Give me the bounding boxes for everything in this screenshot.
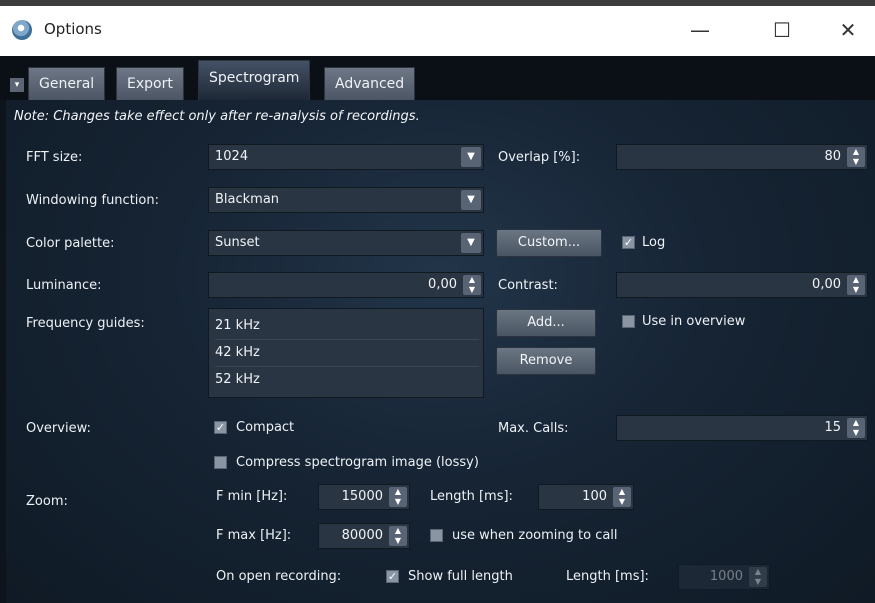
zoom-length-spinner[interactable]: 100 ▲ ▼	[538, 484, 634, 510]
contrast-spinner[interactable]: 0,00 ▲ ▼	[616, 272, 868, 298]
fmin-spinner[interactable]: 15000 ▲ ▼	[318, 484, 410, 510]
log-label: Log	[642, 235, 666, 250]
zoom-length-value: 100	[582, 489, 607, 504]
palette-value: Sunset	[215, 235, 260, 250]
chevron-down-icon: ▼	[461, 147, 481, 167]
custom-palette-button[interactable]: Custom...	[496, 229, 602, 257]
open-length-label: Length [ms]:	[566, 569, 649, 584]
fmin-label: F min [Hz]:	[216, 489, 288, 504]
use-in-overview-checkbox[interactable]	[622, 315, 635, 328]
fmax-spinner[interactable]: 80000 ▲ ▼	[318, 523, 410, 549]
on-open-recording-label: On open recording:	[216, 569, 342, 584]
show-full-length-label: Show full length	[408, 569, 513, 584]
fmax-label: F max [Hz]:	[216, 528, 292, 543]
open-length-spinner[interactable]: 1000 ▲ ▼	[678, 564, 770, 590]
tab-general[interactable]: General	[28, 67, 106, 100]
list-item[interactable]: 21 kHz	[215, 313, 479, 340]
fft-size-value: 1024	[215, 149, 249, 164]
maximize-button[interactable]: ☐	[760, 14, 804, 46]
window-title: Options	[44, 20, 102, 38]
windowing-select[interactable]: Blackman ▼	[208, 187, 484, 213]
compact-checkbox[interactable]: ✓	[214, 421, 227, 434]
show-full-length-checkbox[interactable]: ✓	[386, 570, 399, 583]
zoom-length-label: Length [ms]:	[430, 489, 513, 504]
list-item[interactable]: 52 kHz	[215, 367, 479, 393]
luminance-value: 0,00	[428, 277, 457, 292]
overview-label: Overview:	[26, 421, 91, 436]
remove-guide-button[interactable]: Remove	[496, 347, 596, 375]
open-length-value: 1000	[709, 569, 743, 584]
windowing-value: Blackman	[215, 192, 280, 207]
max-calls-value: 15	[824, 420, 841, 435]
fmax-value: 80000	[341, 528, 383, 543]
spinner-arrows-icon[interactable]: ▲ ▼	[847, 147, 865, 167]
frequency-guides-list[interactable]: 21 kHz 42 kHz 52 kHz	[208, 308, 484, 398]
spinner-arrows-icon[interactable]: ▲ ▼	[847, 418, 865, 438]
tab-export[interactable]: Export	[116, 67, 184, 100]
list-item[interactable]: 42 kHz	[215, 340, 479, 367]
spinner-arrows-icon[interactable]: ▲ ▼	[389, 487, 407, 507]
max-calls-spinner[interactable]: 15 ▲ ▼	[616, 415, 868, 441]
overlap-spinner[interactable]: 80 ▲ ▼	[616, 144, 868, 170]
minimize-button[interactable]: —	[678, 14, 722, 46]
compress-label: Compress spectrogram image (lossy)	[236, 455, 479, 470]
use-in-overview-label: Use in overview	[642, 314, 746, 329]
fft-size-label: FFT size:	[26, 150, 83, 165]
windowing-label: Windowing function:	[26, 193, 159, 208]
fft-size-select[interactable]: 1024 ▼	[208, 144, 484, 170]
tab-advanced[interactable]: Advanced	[324, 67, 416, 100]
tab-spectrogram[interactable]: Spectrogram	[198, 60, 311, 100]
chevron-down-icon: ▼	[461, 190, 481, 210]
frequency-guides-label: Frequency guides:	[26, 316, 145, 331]
overlap-label: Overlap [%]:	[498, 150, 581, 165]
max-calls-label: Max. Calls:	[498, 421, 569, 436]
contrast-label: Contrast:	[498, 278, 558, 293]
zoom-label: Zoom:	[26, 494, 68, 509]
compact-label: Compact	[236, 420, 295, 435]
tab-menu-icon[interactable]: ▾	[10, 78, 24, 92]
fmin-value: 15000	[341, 489, 383, 504]
log-checkbox[interactable]: ✓	[622, 236, 635, 249]
chevron-down-icon: ▼	[461, 233, 481, 253]
spinner-arrows-icon[interactable]: ▲ ▼	[389, 526, 407, 546]
palette-select[interactable]: Sunset ▼	[208, 230, 484, 256]
luminance-label: Luminance:	[26, 278, 102, 293]
contrast-value: 0,00	[812, 277, 841, 292]
note-text: Note: Changes take effect only after re-…	[14, 109, 420, 124]
luminance-spinner[interactable]: 0,00 ▲ ▼	[208, 272, 484, 298]
spinner-arrows-icon[interactable]: ▲ ▼	[749, 567, 767, 587]
spinner-arrows-icon[interactable]: ▲ ▼	[847, 275, 865, 295]
app-icon	[12, 20, 32, 40]
close-button[interactable]: ✕	[826, 14, 870, 46]
use-zoom-checkbox[interactable]	[430, 529, 443, 542]
spinner-arrows-icon[interactable]: ▲ ▼	[613, 487, 631, 507]
title-bar	[0, 0, 875, 56]
add-guide-button[interactable]: Add...	[496, 309, 596, 337]
spinner-arrows-icon[interactable]: ▲ ▼	[463, 275, 481, 295]
palette-label: Color palette:	[26, 236, 115, 251]
overlap-value: 80	[824, 149, 841, 164]
use-zoom-label: use when zooming to call	[452, 528, 618, 543]
compress-checkbox[interactable]	[214, 456, 227, 469]
